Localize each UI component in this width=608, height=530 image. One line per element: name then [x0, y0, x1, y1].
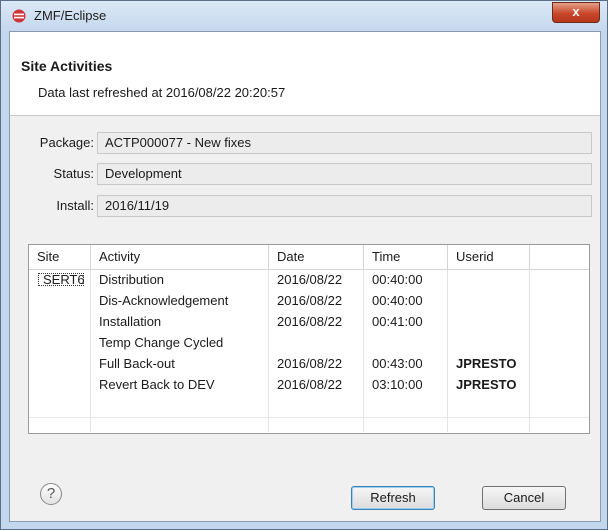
column-header-userid[interactable]: Userid: [448, 245, 530, 269]
date-cell: [269, 333, 364, 354]
title-bar: ZMF/Eclipse x: [1, 1, 607, 31]
activity-cell: Distribution: [91, 270, 269, 291]
date-cell: 2016/08/22: [269, 354, 364, 375]
help-icon[interactable]: ?: [40, 483, 62, 505]
zmf-app-icon: [12, 9, 26, 23]
table-row[interactable]: Temp Change Cycled: [29, 333, 589, 354]
filler-cell: [530, 333, 589, 354]
status-label: Status:: [53, 166, 94, 181]
activity-cell: Full Back-out: [91, 354, 269, 375]
time-cell: 00:40:00: [364, 291, 448, 312]
dialog-header: Site Activities Data last refreshed at 2…: [10, 32, 600, 116]
site-cell[interactable]: SERT6: [37, 272, 85, 287]
site-cell: [29, 354, 91, 375]
table-header: Site Activity Date Time Userid: [29, 245, 589, 270]
site-cell: [29, 312, 91, 333]
userid-cell: JPRESTO: [448, 354, 530, 375]
userid-cell: [448, 291, 530, 312]
activity-cell: Temp Change Cycled: [91, 333, 269, 354]
install-field: 2016/11/19: [97, 195, 592, 217]
column-header-date[interactable]: Date: [269, 245, 364, 269]
activities-table[interactable]: Site Activity Date Time Userid SERT6 Dis…: [28, 244, 590, 434]
status-field: Development: [97, 163, 592, 185]
column-header-site[interactable]: Site: [29, 245, 91, 269]
column-header-activity[interactable]: Activity: [91, 245, 269, 269]
date-cell: 2016/08/22: [269, 312, 364, 333]
userid-cell: [448, 270, 530, 291]
filler-cell: [530, 354, 589, 375]
window-title: ZMF/Eclipse: [34, 8, 107, 23]
refresh-timestamp: Data last refreshed at 2016/08/22 20:20:…: [38, 85, 286, 100]
package-field: ACTP000077 - New fixes: [97, 132, 592, 154]
time-cell: 00:43:00: [364, 354, 448, 375]
activity-cell: Revert Back to DEV: [91, 375, 269, 396]
date-cell: 2016/08/22: [269, 291, 364, 312]
filler-cell: [530, 270, 589, 291]
dialog-window: ZMF/Eclipse x Site Activities Data last …: [0, 0, 608, 530]
filler-cell: [530, 312, 589, 333]
cancel-button[interactable]: Cancel: [482, 486, 566, 510]
table-row[interactable]: Dis-Acknowledgement 2016/08/22 00:40:00: [29, 291, 589, 312]
date-cell: 2016/08/22: [269, 375, 364, 396]
dialog-body: Site Activities Data last refreshed at 2…: [9, 31, 601, 522]
site-cell: [29, 375, 91, 396]
userid-cell: [448, 312, 530, 333]
date-cell: 2016/08/22: [269, 270, 364, 291]
install-label: Install:: [56, 198, 94, 213]
package-label: Package:: [39, 135, 94, 150]
userid-cell: JPRESTO: [448, 375, 530, 396]
time-cell: 00:40:00: [364, 270, 448, 291]
filler-cell: [530, 291, 589, 312]
time-cell: [364, 333, 448, 354]
site-cell: [29, 333, 91, 354]
activity-cell: Installation: [91, 312, 269, 333]
table-row[interactable]: Full Back-out 2016/08/22 00:43:00 JPREST…: [29, 354, 589, 375]
refresh-button[interactable]: Refresh: [351, 486, 435, 510]
userid-cell: [448, 333, 530, 354]
column-header-filler: [530, 245, 589, 269]
close-button[interactable]: x: [552, 2, 600, 23]
table-row[interactable]: Installation 2016/08/22 00:41:00: [29, 312, 589, 333]
time-cell: 03:10:00: [364, 375, 448, 396]
table-row[interactable]: SERT6 Distribution 2016/08/22 00:40:00: [29, 270, 589, 291]
site-cell: [29, 291, 91, 312]
table-row[interactable]: Revert Back to DEV 2016/08/22 03:10:00 J…: [29, 375, 589, 396]
activity-cell: Dis-Acknowledgement: [91, 291, 269, 312]
page-title: Site Activities: [21, 58, 113, 74]
empty-table-row: [29, 415, 589, 432]
column-header-time[interactable]: Time: [364, 245, 448, 269]
time-cell: 00:41:00: [364, 312, 448, 333]
filler-cell: [530, 375, 589, 396]
